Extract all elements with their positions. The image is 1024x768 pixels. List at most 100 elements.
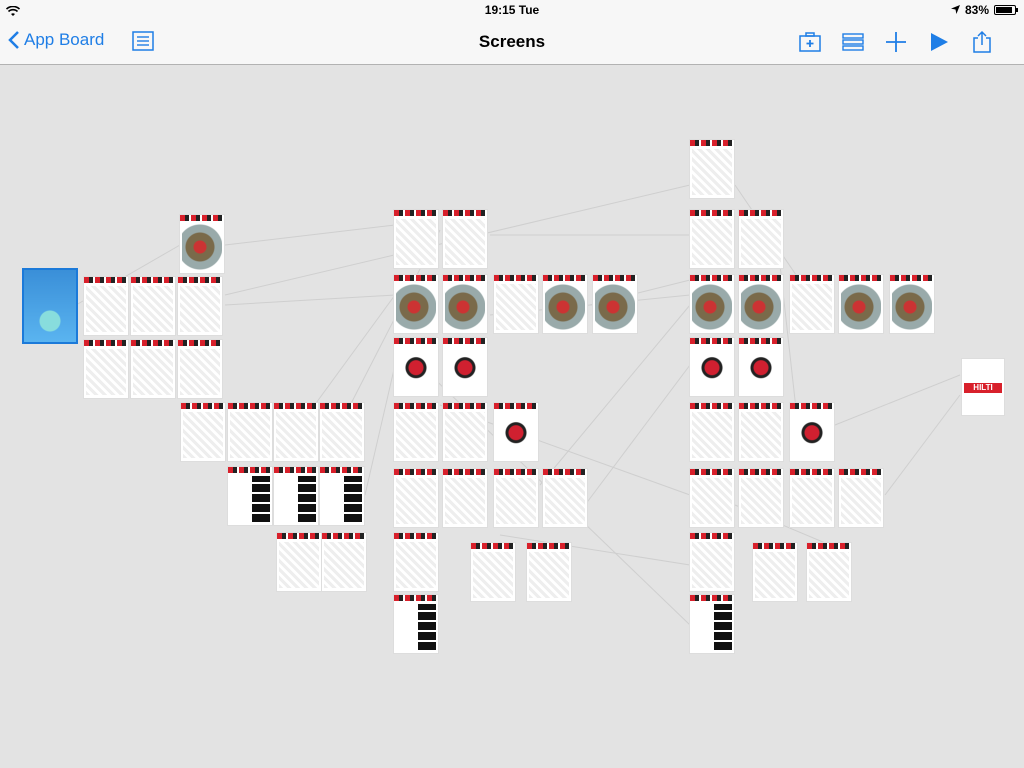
add-button[interactable] — [883, 29, 909, 55]
screen-thumbnail[interactable] — [180, 215, 224, 273]
screen-thumbnail[interactable] — [471, 543, 515, 601]
back-button[interactable]: App Board — [8, 30, 104, 50]
screen-thumbnail[interactable] — [274, 467, 318, 525]
screen-thumbnail[interactable] — [322, 533, 366, 591]
screen-thumbnail[interactable] — [690, 469, 734, 527]
thumbnail-content — [276, 412, 316, 458]
screen-thumbnail[interactable] — [228, 467, 272, 525]
screen-thumbnail[interactable] — [690, 338, 734, 396]
navigation-bar: App Board Screens — [0, 20, 1024, 65]
list-view-button[interactable] — [132, 31, 154, 56]
screen-thumbnail[interactable] — [690, 275, 734, 333]
screen-thumbnail[interactable] — [739, 210, 783, 268]
screens-canvas[interactable]: HILTI — [0, 65, 1024, 768]
screen-thumbnail[interactable] — [739, 338, 783, 396]
hilti-screen-thumbnail[interactable]: HILTI — [962, 359, 1004, 415]
screen-thumbnail[interactable] — [790, 275, 834, 333]
screen-thumbnail[interactable] — [274, 403, 318, 461]
thumbnail-header — [178, 340, 222, 346]
screen-thumbnail[interactable] — [84, 277, 128, 335]
screen-thumbnail[interactable] — [394, 403, 438, 461]
screen-thumbnail[interactable] — [181, 403, 225, 461]
screen-thumbnail[interactable] — [494, 275, 538, 333]
screen-thumbnail[interactable] — [84, 340, 128, 398]
thumbnail-content — [741, 219, 781, 265]
screen-thumbnail[interactable] — [807, 543, 851, 601]
screen-thumbnail[interactable] — [543, 275, 587, 333]
screen-thumbnail[interactable] — [690, 595, 734, 653]
screen-thumbnail[interactable] — [443, 338, 487, 396]
ipad-launch-screen-thumbnail[interactable] — [24, 270, 76, 342]
share-button[interactable] — [969, 29, 995, 55]
screen-thumbnail[interactable] — [690, 140, 734, 198]
screen-thumbnail[interactable] — [178, 340, 222, 398]
screen-thumbnail[interactable] — [494, 469, 538, 527]
screen-thumbnail[interactable] — [443, 469, 487, 527]
thumbnail-content — [396, 284, 436, 330]
thumbnail-content — [692, 219, 732, 265]
thumbnail-header — [320, 403, 364, 409]
thumbnail-header — [394, 595, 438, 601]
thumbnail-content — [322, 412, 362, 458]
thumbnail-content — [182, 224, 222, 270]
list-view-icon — [132, 31, 154, 51]
thumbnail-content — [741, 412, 781, 458]
thumbnail-header — [494, 275, 538, 281]
screen-thumbnail[interactable] — [543, 469, 587, 527]
thumbnail-header — [228, 467, 272, 473]
thumbnail-header — [753, 543, 797, 549]
screen-thumbnail[interactable] — [739, 275, 783, 333]
screen-thumbnail[interactable] — [443, 210, 487, 268]
thumbnail-header — [443, 210, 487, 216]
screen-thumbnail[interactable] — [494, 403, 538, 461]
screen-thumbnail[interactable] — [443, 275, 487, 333]
screen-thumbnail[interactable] — [178, 277, 222, 335]
stack-button[interactable] — [840, 29, 866, 55]
screen-thumbnail[interactable] — [690, 210, 734, 268]
screen-thumbnail[interactable] — [690, 403, 734, 461]
thumbnail-header — [494, 403, 538, 409]
thumbnail-content — [809, 552, 849, 598]
screen-thumbnail[interactable] — [394, 275, 438, 333]
thumbnail-header — [839, 275, 883, 281]
play-button[interactable] — [926, 29, 952, 55]
screen-thumbnail[interactable] — [690, 533, 734, 591]
screen-thumbnail[interactable] — [320, 403, 364, 461]
screen-thumbnail[interactable] — [277, 533, 321, 591]
screen-thumbnail[interactable] — [228, 403, 272, 461]
thumbnail-content — [841, 478, 881, 524]
thumbnail-content — [298, 476, 316, 522]
thumbnail-content — [133, 286, 173, 332]
screen-thumbnail[interactable] — [394, 595, 438, 653]
screen-thumbnail[interactable] — [394, 533, 438, 591]
medical-kit-button[interactable] — [797, 29, 823, 55]
screen-thumbnail[interactable] — [131, 340, 175, 398]
screen-thumbnail[interactable] — [839, 469, 883, 527]
thumbnail-content — [714, 604, 732, 650]
screen-thumbnail[interactable] — [890, 275, 934, 333]
screen-thumbnail[interactable] — [394, 210, 438, 268]
thumbnail-header — [494, 469, 538, 475]
screen-thumbnail[interactable] — [739, 403, 783, 461]
screen-thumbnail[interactable] — [593, 275, 637, 333]
screen-thumbnail[interactable] — [790, 469, 834, 527]
thumbnail-content — [26, 279, 74, 339]
thumbnail-header — [690, 338, 734, 344]
screen-thumbnail[interactable] — [394, 338, 438, 396]
screen-thumbnail[interactable] — [839, 275, 883, 333]
thumbnail-header — [690, 533, 734, 539]
screen-thumbnail[interactable] — [753, 543, 797, 601]
thumbnail-header — [443, 403, 487, 409]
screen-thumbnail[interactable] — [527, 543, 571, 601]
screen-thumbnail[interactable] — [739, 469, 783, 527]
screen-thumbnail[interactable] — [394, 469, 438, 527]
thumbnail-content — [418, 604, 436, 650]
thumbnail-content — [741, 478, 781, 524]
battery-percent: 83% — [964, 3, 989, 17]
screen-thumbnail[interactable] — [131, 277, 175, 335]
screen-thumbnail[interactable] — [790, 403, 834, 461]
screen-thumbnail[interactable] — [320, 467, 364, 525]
screen-thumbnail[interactable] — [443, 403, 487, 461]
thumbnail-content — [892, 284, 932, 330]
thumbnail-header — [394, 275, 438, 281]
